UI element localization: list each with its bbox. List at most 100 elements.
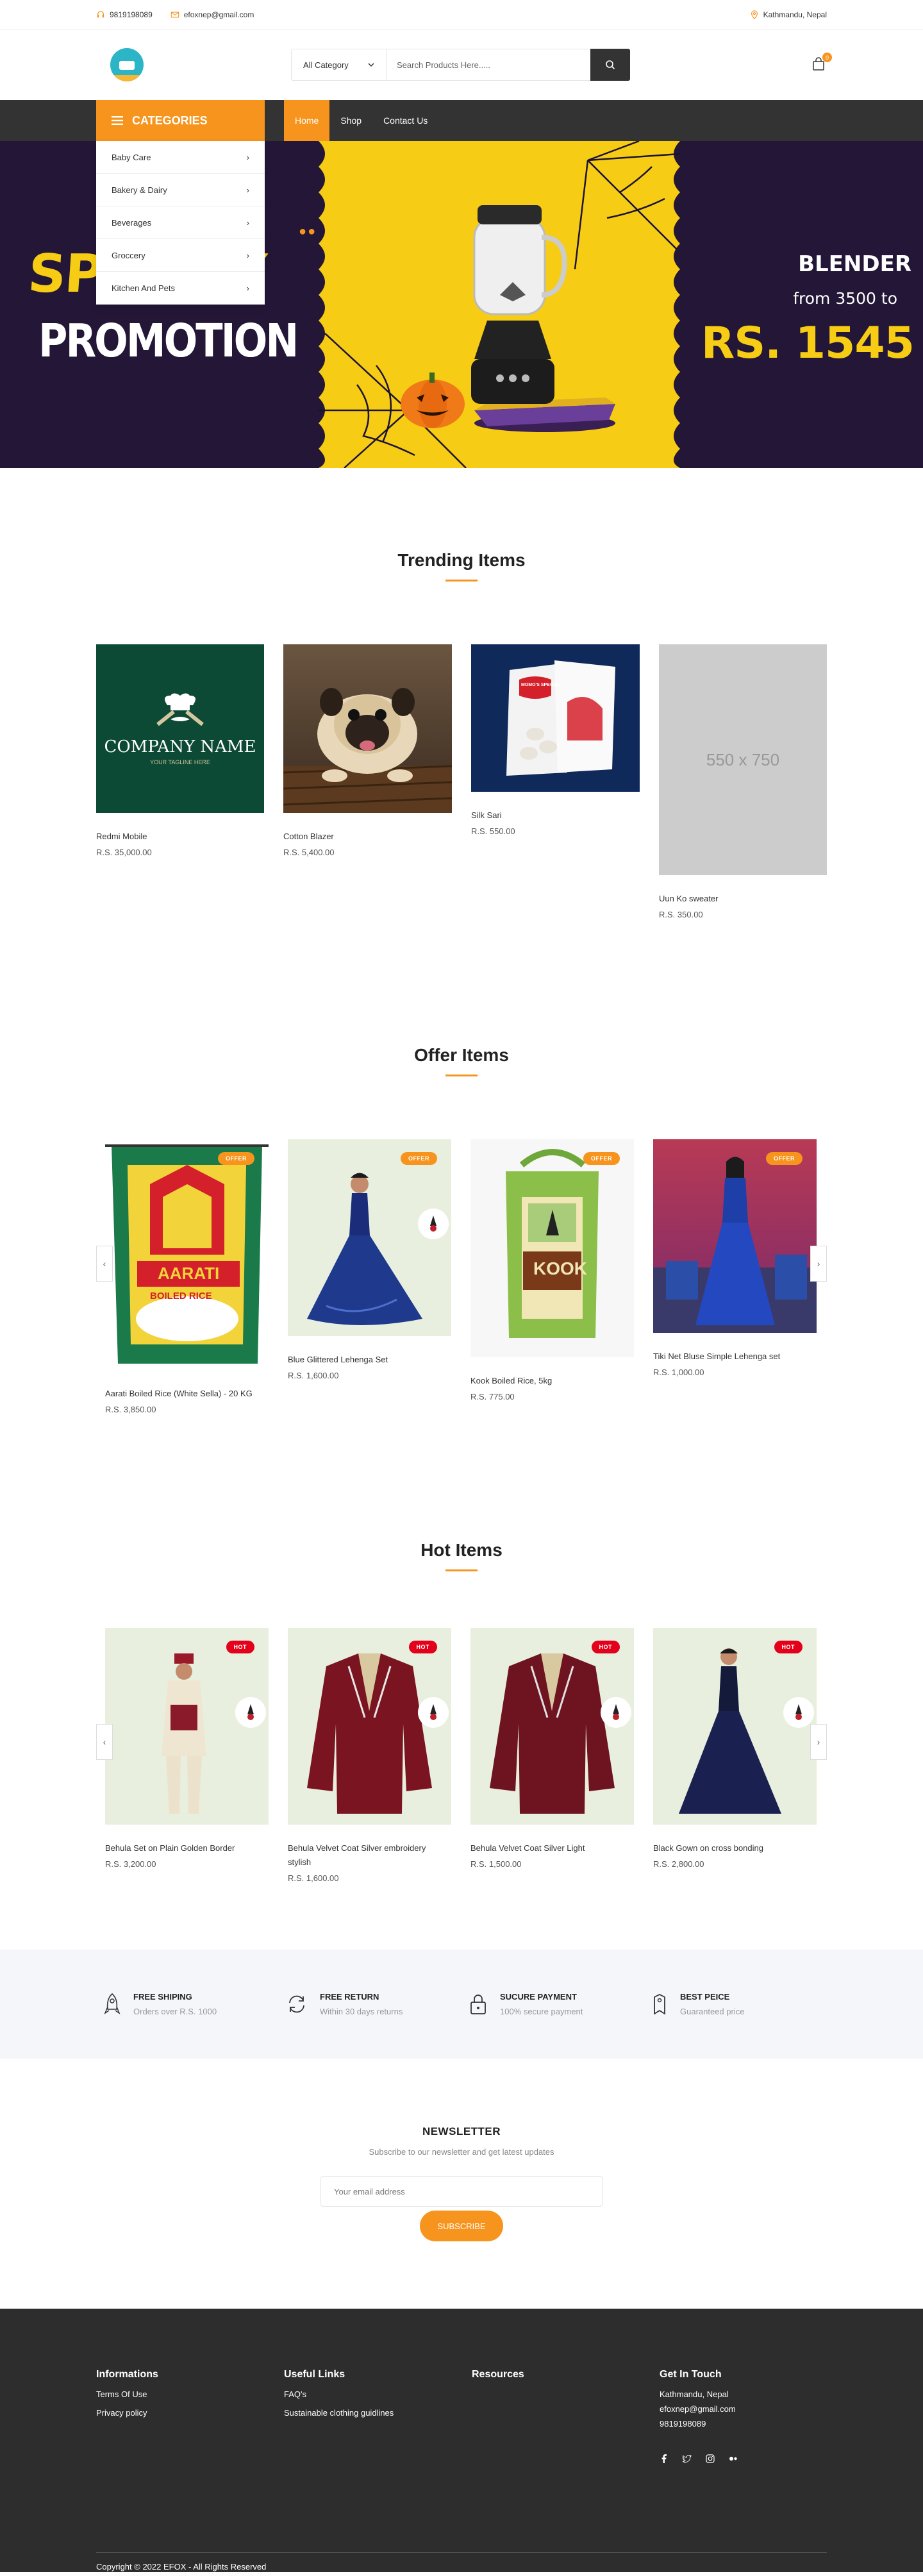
product-card[interactable]: KOOK OFFER Kook Boiled Rice, 5kg R.S. 77… (470, 1139, 634, 1414)
chevron-right-icon: › (817, 1737, 820, 1747)
categories-button[interactable]: CATEGORIES (96, 100, 265, 141)
footer-link-faq[interactable]: FAQ's (284, 2389, 472, 2399)
product-name[interactable]: Black Gown on cross bonding (653, 1841, 817, 1855)
product-image[interactable]: HOT (105, 1628, 269, 1825)
title-underline (445, 1569, 478, 1571)
brand-logo-icon (235, 1697, 266, 1728)
product-card[interactable]: HOT Behula Velvet Coat Silver Light R.S.… (470, 1628, 634, 1883)
newsletter-title: NEWSLETTER (422, 2125, 501, 2137)
chevron-right-icon: › (246, 283, 249, 293)
carousel-next-button[interactable]: › (810, 1246, 827, 1282)
product-card[interactable]: Cotton Blazer R.S. 5,400.00 (283, 644, 452, 919)
site-logo[interactable] (110, 48, 144, 81)
brand-logo-icon (601, 1697, 631, 1728)
feature-secure-payment: SUCURE PAYMENT 100% secure payment (462, 1992, 644, 2016)
refresh-icon (289, 1995, 304, 2013)
category-item-kitchen[interactable]: Kitchen And Pets › (96, 272, 265, 305)
cart-button[interactable]: 0 (811, 53, 832, 72)
product-image[interactable]: MOMO'S SPECIAL (471, 644, 640, 792)
product-name[interactable]: Behula Velvet Coat Silver embroidery sty… (288, 1841, 451, 1869)
product-name[interactable]: Redmi Mobile (96, 830, 264, 844)
newsletter-email-input[interactable] (320, 2176, 603, 2207)
product-card[interactable]: OFFER Blue Glittered Lehenga Set R.S. 1,… (288, 1139, 451, 1414)
product-name[interactable]: Cotton Blazer (283, 830, 452, 844)
product-image[interactable]: HOT (470, 1628, 634, 1825)
carousel-prev-button[interactable]: ‹ (96, 1246, 113, 1282)
product-card[interactable]: HOT Behula Set on Plain Golden Border R.… (105, 1628, 269, 1883)
product-name[interactable]: Uun Ko sweater (659, 892, 827, 906)
rice-bag-type: BOILED RICE (150, 1291, 212, 1301)
product-image[interactable]: COMPANY NAME YOUR TAGLINE HERE (96, 644, 264, 813)
product-card[interactable]: HOT Behula Velvet Coat Silver embroidery… (288, 1628, 451, 1883)
facebook-icon[interactable] (660, 2454, 669, 2463)
product-image[interactable] (283, 644, 452, 813)
product-card[interactable]: AARATI BOILED RICE OFFER Aarati Boiled R… (105, 1139, 269, 1414)
hot-grid: HOT Behula Set on Plain Golden Border R.… (105, 1628, 818, 1883)
product-price: R.S. 1,500.00 (470, 1859, 522, 1869)
product-name[interactable]: Behula Set on Plain Golden Border (105, 1841, 269, 1855)
product-image[interactable]: HOT (288, 1628, 451, 1825)
product-image[interactable]: AARATI BOILED RICE OFFER (105, 1139, 269, 1370)
nav-home[interactable]: Home (284, 100, 330, 141)
product-card[interactable]: OFFER Tiki Net Bluse Simple Lehenga set … (653, 1139, 817, 1414)
instagram-icon[interactable] (706, 2454, 715, 2463)
hero-price: RS. 1545 (701, 318, 915, 369)
chevron-right-icon: › (246, 152, 249, 162)
feature-free-shipping: FREE SHIPING Orders over R.S. 1000 (96, 1992, 279, 2016)
chevron-right-icon: › (246, 217, 249, 228)
hero-from-text: from 3500 to (793, 289, 897, 308)
footer-col-useful-links: Useful Links FAQ's Sustainable clothing … (284, 2369, 472, 2572)
phone-text: 9819198089 (110, 10, 153, 19)
product-image[interactable]: OFFER (653, 1139, 817, 1333)
headset-icon (97, 11, 104, 18)
product-image[interactable]: 550 x 750 (659, 644, 827, 875)
email-contact[interactable]: efoxnep@gmail.com (170, 10, 254, 19)
footer-email[interactable]: efoxnep@gmail.com (660, 2404, 827, 2414)
newsletter-section: NEWSLETTER Subscribe to our newsletter a… (0, 2059, 923, 2309)
product-name[interactable]: Blue Glittered Lehenga Set (288, 1353, 451, 1367)
footer-link-privacy[interactable]: Privacy policy (96, 2408, 284, 2418)
product-name[interactable]: Aarati Boiled Rice (White Sella) - 20 KG (105, 1387, 269, 1401)
phone-contact[interactable]: 9819198089 (96, 10, 153, 19)
category-item-bakery[interactable]: Bakery & Dairy › (96, 174, 265, 206)
product-name[interactable]: Kook Boiled Rice, 5kg (470, 1374, 634, 1388)
nav-contact[interactable]: Contact Us (372, 100, 438, 141)
footer-link-terms[interactable]: Terms Of Use (96, 2389, 284, 2399)
main-nav: CATEGORIES Home Shop Contact Us Baby Car… (0, 100, 923, 305)
title-underline (445, 580, 478, 581)
product-image[interactable]: KOOK OFFER (470, 1139, 634, 1357)
product-name[interactable]: Behula Velvet Coat Silver Light (470, 1841, 634, 1855)
carousel-next-button[interactable]: › (810, 1724, 827, 1760)
feature-subtitle: Orders over R.S. 1000 (133, 2007, 217, 2016)
subscribe-button[interactable]: SUBSCRIBE (420, 2211, 503, 2241)
product-price: R.S. 35,000.00 (96, 848, 152, 857)
product-card[interactable]: MOMO'S SPECIAL Silk Sari R.S. 550.00 (471, 644, 640, 919)
product-image[interactable]: HOT (653, 1628, 817, 1825)
rice-bag-image (105, 1144, 269, 1364)
nav-shop[interactable]: Shop (329, 100, 372, 141)
category-select[interactable]: All Category (292, 49, 387, 80)
product-card[interactable]: 550 x 750 Uun Ko sweater R.S. 350.00 (659, 644, 827, 919)
product-card[interactable]: HOT Black Gown on cross bonding R.S. 2,8… (653, 1628, 817, 1883)
footer-phone[interactable]: 9819198089 (660, 2419, 827, 2429)
footer-divider (96, 2552, 827, 2553)
flickr-icon[interactable] (729, 2454, 738, 2463)
product-name[interactable]: Tiki Net Bluse Simple Lehenga set (653, 1350, 817, 1364)
product-image[interactable]: OFFER (288, 1139, 451, 1336)
search-button[interactable] (590, 49, 630, 81)
product-price: R.S. 5,400.00 (283, 848, 335, 857)
category-item-baby-care[interactable]: Baby Care › (96, 141, 265, 174)
category-item-groccery[interactable]: Groccery › (96, 239, 265, 272)
footer-link-guidelines[interactable]: Sustainable clothing guidlines (284, 2408, 472, 2418)
offer-carousel: ‹ › AARATI BOILED RICE OFFER Aarati Boil… (96, 1139, 827, 1414)
carousel-prev-button[interactable]: ‹ (96, 1724, 113, 1760)
category-select-value: All Category (303, 60, 349, 70)
feature-best-price: BEST PEICE Guaranteed price (644, 1992, 827, 2016)
hero-dots: ●● (299, 224, 317, 238)
product-name[interactable]: Silk Sari (471, 808, 640, 823)
footer-col-title: Informations (96, 2369, 158, 2380)
product-card[interactable]: COMPANY NAME YOUR TAGLINE HERE Redmi Mob… (96, 644, 264, 919)
category-item-beverages[interactable]: Beverages › (96, 206, 265, 239)
search-input[interactable] (387, 49, 590, 80)
twitter-icon[interactable] (683, 2454, 692, 2463)
